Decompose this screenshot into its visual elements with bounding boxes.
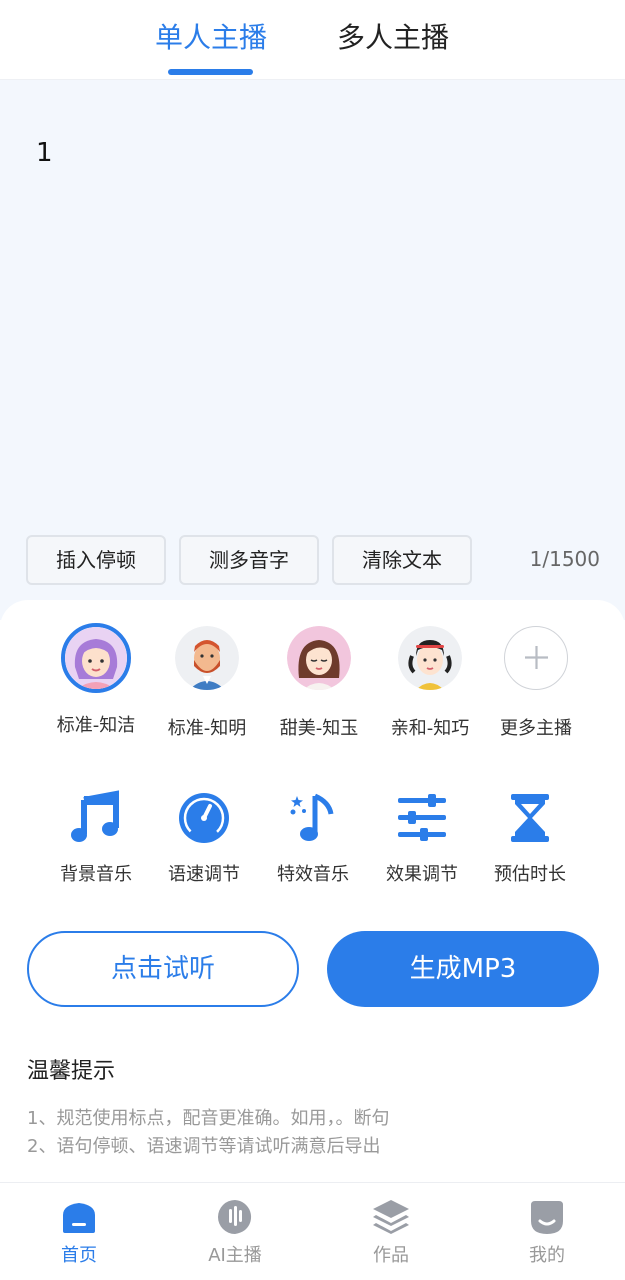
avatar-zhijie <box>61 623 131 693</box>
polyphone-check-button[interactable]: 测多音字 <box>179 535 319 585</box>
listen-button[interactable]: 点击试听 <box>27 931 299 1007</box>
tab-single-anchor[interactable]: 单人主播 <box>155 18 267 58</box>
feature-effect-adjust[interactable]: 效果调节 <box>367 790 477 886</box>
plus-icon <box>504 626 568 690</box>
generate-mp3-button[interactable]: 生成MP3 <box>327 931 599 1007</box>
tip-line: 2、语句停顿、语速调节等请试听满意后导出 <box>27 1136 381 1157</box>
tips-title: 温馨提示 <box>27 1059 116 1084</box>
nav-label: 首页 <box>61 1245 97 1266</box>
speed-gauge-icon <box>176 790 232 846</box>
bottom-nav: 首页 AI主播 作品 我的 <box>0 1182 625 1280</box>
nav-home[interactable]: 首页 <box>19 1197 139 1267</box>
voice-bubble-icon <box>215 1197 255 1237</box>
avatar-zhiming <box>175 626 239 690</box>
settings-panel: 标准-知洁 标准-知明 甜美-知玉 亲和-知巧 更多主播 背景音乐 语速调节 特… <box>0 600 625 1185</box>
anchor-zhijie[interactable]: 标准-知洁 <box>41 623 151 737</box>
music-note-icon <box>68 790 124 846</box>
feature-label: 效果调节 <box>386 864 458 885</box>
tab-multi-anchor[interactable]: 多人主播 <box>337 18 449 58</box>
anchor-zhiyu[interactable]: 甜美-知玉 <box>264 626 374 740</box>
feature-speed[interactable]: 语速调节 <box>149 790 259 886</box>
feature-label: 语速调节 <box>168 864 240 885</box>
avatar-zhiyu <box>287 626 351 690</box>
anchor-label: 标准-知明 <box>167 718 247 739</box>
sliders-icon <box>394 790 450 846</box>
char-counter: 1/1500 <box>529 547 600 571</box>
feature-label: 特效音乐 <box>277 864 349 885</box>
layers-icon <box>371 1197 411 1237</box>
feature-label: 预估时长 <box>494 864 566 885</box>
home-icon <box>59 1197 99 1237</box>
anchor-zhiqiao[interactable]: 亲和-知巧 <box>375 626 485 740</box>
more-anchors[interactable]: 更多主播 <box>481 626 591 740</box>
tip-line: 1、规范使用标点，配音更准确。如用，。断句 <box>27 1108 390 1129</box>
clear-text-button[interactable]: 清除文本 <box>332 535 472 585</box>
sparkle-music-icon <box>285 790 341 846</box>
anchor-label: 甜美-知玉 <box>279 718 359 739</box>
nav-label: 我的 <box>529 1245 565 1266</box>
nav-works[interactable]: 作品 <box>331 1197 451 1267</box>
anchor-label: 标准-知洁 <box>56 715 136 736</box>
nav-label: 作品 <box>373 1245 409 1266</box>
feature-duration[interactable]: 预估时长 <box>475 790 585 886</box>
feature-background-music[interactable]: 背景音乐 <box>41 790 151 886</box>
editor-text[interactable]: 1 <box>36 138 53 168</box>
nav-ai-anchor[interactable]: AI主播 <box>175 1197 295 1267</box>
active-tab-indicator <box>168 69 253 75</box>
anchor-zhiming[interactable]: 标准-知明 <box>152 626 262 740</box>
hourglass-icon <box>502 790 558 846</box>
avatar-zhiqiao <box>398 626 462 690</box>
profile-face-icon <box>527 1197 567 1237</box>
feature-label: 背景音乐 <box>60 864 132 885</box>
nav-mine[interactable]: 我的 <box>487 1197 607 1267</box>
anchor-label: 更多主播 <box>500 718 572 739</box>
insert-pause-button[interactable]: 插入停顿 <box>26 535 166 585</box>
top-tab-bar: 单人主播 多人主播 <box>0 0 625 80</box>
nav-label: AI主播 <box>208 1245 262 1266</box>
anchor-label: 亲和-知巧 <box>390 718 470 739</box>
feature-effect-music[interactable]: 特效音乐 <box>258 790 368 886</box>
text-editor[interactable]: 1 插入停顿 测多音字 清除文本 1/1500 <box>0 80 625 620</box>
